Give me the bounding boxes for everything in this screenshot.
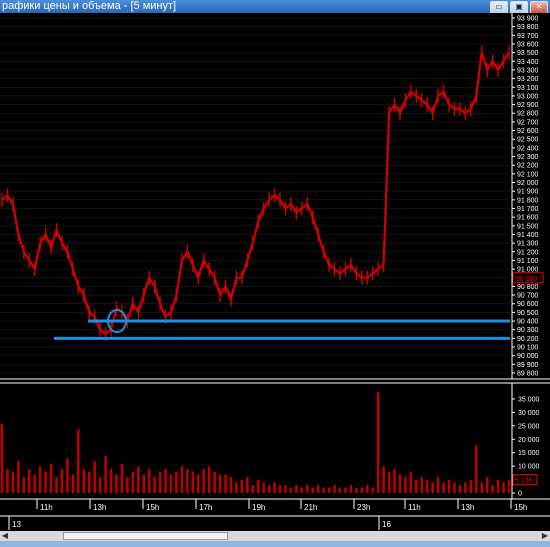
price-tick-label: 93 000	[517, 93, 539, 100]
volume-tick-label: 0	[518, 491, 522, 498]
time-tick-label: 17h	[199, 503, 212, 512]
scroll-right-icon[interactable]: ▶	[540, 531, 550, 541]
scrollbar-thumb[interactable]	[63, 532, 228, 540]
restore-icon: ▣	[515, 2, 523, 11]
price-tick-label: 93 600	[517, 41, 539, 48]
price-tick-label: 92 500	[517, 137, 539, 144]
price-tick-label: 91 500	[517, 223, 539, 230]
date-tick-label: 13	[12, 520, 21, 529]
time-tick-label: 11h	[40, 503, 53, 512]
price-tick-label: 93 300	[517, 67, 539, 74]
window-title: рафики цены и объема - [5 минут]	[2, 0, 177, 12]
date-tick-label: 16	[382, 520, 391, 529]
price-tick-label: 92 300	[517, 154, 539, 161]
time-tick-label: 13h	[93, 503, 106, 512]
price-tick-label: 93 900	[517, 16, 539, 23]
price-tick-label: 91 900	[517, 189, 539, 196]
price-tick-label: 90 800	[517, 284, 539, 291]
time-tick-label: 21h	[304, 503, 317, 512]
price-tick-label: 92 200	[517, 163, 539, 170]
last-volume-label: 5 136	[515, 478, 533, 485]
price-volume-chart[interactable]: 93 90093 80093 70093 60093 50093 40093 3…	[0, 13, 550, 531]
price-tick-label: 92 000	[517, 180, 539, 187]
price-tick-label: 90 000	[517, 353, 539, 360]
last-price-label: 90 800	[516, 276, 538, 283]
volume-tick-label: 15 000	[518, 450, 540, 457]
price-tick-label: 93 400	[517, 59, 539, 66]
time-tick-label: 13h	[461, 503, 474, 512]
price-tick-label: 90 600	[517, 301, 539, 308]
price-tick-label: 92 800	[517, 111, 539, 118]
window-bottom-border	[0, 541, 550, 547]
time-tick-label: 11h	[408, 503, 421, 512]
price-tick-label: 92 900	[517, 102, 539, 109]
time-tick-label: 15h	[146, 503, 159, 512]
price-tick-label: 90 400	[517, 319, 539, 326]
time-tick-label: 23h	[357, 503, 370, 512]
close-icon: ✕	[535, 2, 543, 11]
price-tick-label: 93 100	[517, 85, 539, 92]
price-tick-label: 90 700	[517, 293, 539, 300]
price-tick-label: 91 800	[517, 197, 539, 204]
price-tick-label: 89 900	[517, 362, 539, 369]
time-tick-label: 15h	[514, 503, 527, 512]
price-tick-label: 91 100	[517, 258, 539, 265]
price-tick-label: 89 800	[517, 371, 539, 378]
volume-tick-label: 25 000	[518, 423, 540, 430]
price-tick-label: 92 700	[517, 119, 539, 126]
minimize-icon: ▭	[495, 2, 503, 11]
price-tick-label: 93 800	[517, 24, 539, 31]
volume-tick-label: 10 000	[518, 464, 540, 471]
price-tick-label: 92 100	[517, 171, 539, 178]
volume-tick-label: 30 000	[518, 410, 540, 417]
horizontal-scrollbar[interactable]: ◀ ▶	[0, 531, 550, 541]
price-tick-label: 91 400	[517, 232, 539, 239]
price-tick-label: 93 200	[517, 76, 539, 83]
volume-tick-label: 20 000	[518, 437, 540, 444]
volume-tick-label: 35 000	[518, 397, 540, 404]
price-tick-label: 90 300	[517, 327, 539, 334]
price-tick-label: 93 700	[517, 33, 539, 40]
price-tick-label: 90 200	[517, 336, 539, 343]
window-titlebar[interactable]: рафики цены и объема - [5 минут] ▭ ▣ ✕	[0, 0, 550, 14]
price-tick-label: 91 200	[517, 249, 539, 256]
time-tick-label: 19h	[252, 503, 265, 512]
scroll-left-icon[interactable]: ◀	[0, 531, 10, 541]
price-tick-label: 90 500	[517, 310, 539, 317]
window-controls: ▭ ▣ ✕	[490, 0, 548, 14]
price-tick-label: 91 700	[517, 206, 539, 213]
price-tick-label: 92 600	[517, 128, 539, 135]
price-tick-label: 92 400	[517, 145, 539, 152]
price-tick-label: 93 500	[517, 50, 539, 57]
price-tick-label: 91 600	[517, 215, 539, 222]
price-tick-label: 90 100	[517, 345, 539, 352]
price-tick-label: 91 300	[517, 241, 539, 248]
